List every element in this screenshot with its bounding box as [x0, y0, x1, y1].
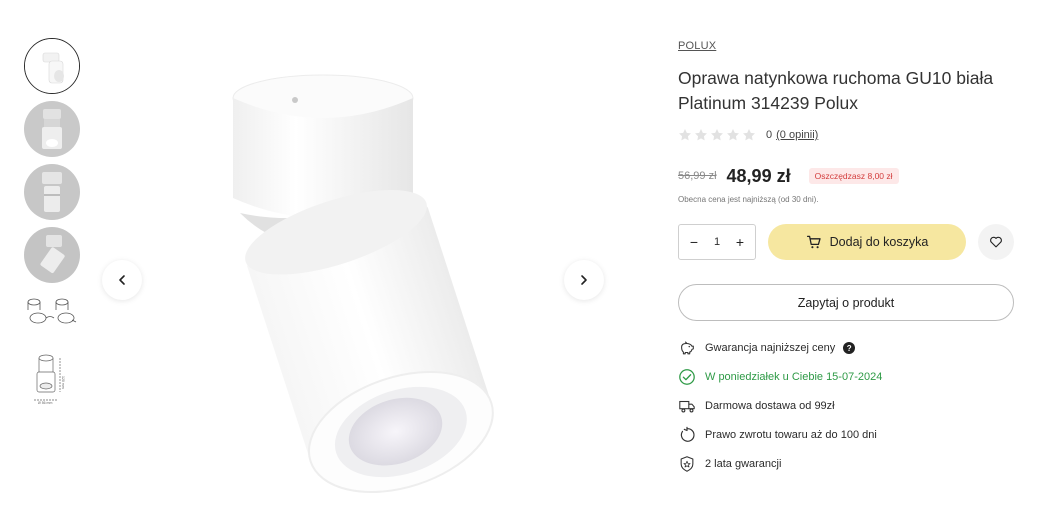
cart-icon	[806, 235, 821, 249]
chevron-left-icon	[119, 275, 125, 285]
truck-icon	[678, 397, 696, 415]
thumbnail-6[interactable]: 120 mm Ø 56 mm	[24, 350, 80, 408]
ask-about-product-button[interactable]: Zapytaj o produkt	[678, 284, 1014, 321]
benefit-text: Darmowa dostawa od 99zł	[705, 400, 835, 412]
old-price: 56,99 zł	[678, 170, 717, 182]
rating-stars	[678, 128, 756, 142]
star-icon	[711, 129, 723, 141]
benefit-text: Gwarancja najniższej ceny	[705, 342, 836, 354]
saving-badge: Oszczędzasz 8,00 zł	[808, 168, 899, 184]
thumbnail-2[interactable]	[24, 101, 80, 157]
shield-icon	[678, 455, 696, 473]
brand-link[interactable]: POLUX	[678, 40, 716, 52]
thumbnail-5[interactable]	[24, 294, 80, 350]
reviews-link[interactable]: (0 opinii)	[776, 129, 818, 141]
benefit-text: Prawo zwrotu towaru aż do 100 dni	[705, 429, 877, 441]
price-row: 56,99 zł 48,99 zł Oszczędzasz 8,00 zł	[678, 165, 899, 187]
benefit-lowest-price: Gwarancja najniższej ceny ?	[678, 338, 856, 358]
thumbnail-1[interactable]	[24, 38, 80, 94]
star-icon	[727, 129, 739, 141]
current-price: 48,99 zł	[726, 165, 791, 186]
rating-summary: 0 (0 opinii)	[678, 128, 818, 142]
quantity-decrease-button[interactable]: −	[687, 234, 701, 250]
chevron-right-icon	[581, 275, 587, 285]
rating-value: 0	[766, 129, 773, 141]
thumbnail-3[interactable]	[24, 164, 80, 220]
star-icon	[743, 129, 755, 141]
quantity-value[interactable]: 1	[714, 236, 720, 248]
thumbnail-4[interactable]	[24, 227, 80, 283]
benefit-delivery-date: W poniedziałek u Ciebie 15-07-2024	[678, 367, 882, 387]
quantity-increase-button[interactable]: +	[733, 234, 747, 250]
star-icon	[695, 129, 707, 141]
heart-icon	[990, 236, 1002, 248]
help-icon[interactable]: ?	[843, 342, 856, 354]
next-image-button[interactable]	[564, 260, 604, 300]
product-title: Oprawa natynkowa ruchoma GU10 biała Plat…	[678, 68, 994, 113]
dimension-diameter-label: Ø 56 mm	[38, 401, 52, 405]
dimension-height-label: 120 mm	[61, 376, 65, 389]
previous-image-button[interactable]	[102, 260, 142, 300]
benefit-free-delivery: Darmowa dostawa od 99zł	[678, 396, 835, 416]
price-note: Obecna cena jest najniższą (od 30 dni).	[678, 195, 819, 204]
check-circle-icon	[678, 368, 696, 386]
benefit-warranty: 2 lata gwarancji	[678, 454, 781, 474]
quantity-stepper: − 1 +	[678, 224, 756, 260]
add-to-cart-button[interactable]: Dodaj do koszyka	[768, 224, 966, 260]
wishlist-button[interactable]	[978, 224, 1014, 260]
benefit-text: W poniedziałek u Ciebie 15-07-2024	[705, 371, 883, 383]
benefit-text: 2 lata gwarancji	[705, 458, 782, 470]
benefit-returns: Prawo zwrotu towaru aż do 100 dni	[678, 425, 877, 445]
piggy-bank-icon	[678, 339, 696, 357]
main-product-image	[100, 38, 620, 508]
add-to-cart-label: Dodaj do koszyka	[829, 235, 929, 249]
return-icon	[678, 426, 696, 444]
star-icon	[679, 129, 691, 141]
